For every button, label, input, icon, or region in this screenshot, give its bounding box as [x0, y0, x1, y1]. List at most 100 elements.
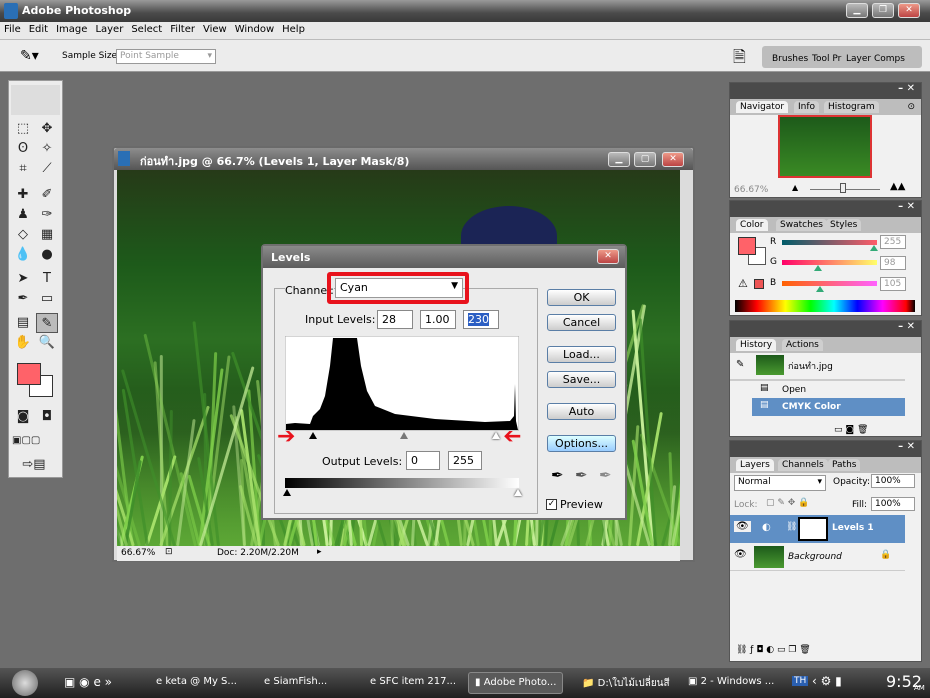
r-slider-thumb[interactable]	[870, 245, 878, 251]
menu-image[interactable]: Image	[52, 22, 91, 37]
input-white-slider[interactable]	[492, 432, 500, 439]
r-value[interactable]: 255	[880, 235, 906, 249]
tab-styles[interactable]: Styles	[826, 219, 862, 231]
menu-edit[interactable]: Edit	[25, 22, 52, 37]
visibility-eye-icon[interactable]: 👁	[734, 549, 747, 560]
start-button[interactable]	[12, 670, 38, 696]
doc-maximize-button[interactable]: ▢	[634, 152, 656, 167]
status-menu-icon[interactable]: ⊡	[165, 547, 173, 557]
tab-swatches[interactable]: Swatches	[776, 219, 827, 231]
standard-mode-icon[interactable]: ◙	[12, 407, 34, 427]
input-black-field[interactable]: 28	[377, 310, 413, 329]
menu-layer[interactable]: Layer	[91, 22, 127, 37]
palette-tab-layer-comps[interactable]: Layer Comps	[846, 54, 905, 64]
notes-tool-icon[interactable]: ▤	[12, 313, 34, 333]
visibility-eye-icon[interactable]: 👁	[734, 521, 751, 532]
tab-histogram[interactable]: Histogram	[824, 101, 879, 113]
color-foreground-swatch[interactable]	[738, 237, 756, 255]
gamut-warning-icon[interactable]: ⚠	[738, 277, 748, 290]
load-button[interactable]: Load...	[547, 346, 616, 363]
save-button[interactable]: Save...	[547, 371, 616, 388]
g-slider[interactable]	[782, 260, 877, 265]
opacity-field[interactable]: 100%	[871, 474, 915, 488]
output-black-slider[interactable]	[283, 489, 291, 496]
levels-close-button[interactable]: ✕	[597, 249, 619, 264]
gray-eyedropper-icon[interactable]: ✒	[575, 466, 588, 484]
eyedropper-tool-icon[interactable]: ✎▾	[20, 48, 39, 64]
tab-actions[interactable]: Actions	[782, 339, 823, 351]
layers-footer-icons[interactable]: ⛓ ƒ ◘ ◐ ▭ ❐ 🗑	[736, 645, 811, 655]
fill-field[interactable]: 100%	[871, 497, 915, 511]
options-button[interactable]: Options...	[547, 435, 616, 452]
zoom-out-icon[interactable]: ▲	[792, 183, 798, 192]
gamut-color-swatch[interactable]	[754, 279, 764, 289]
channel-select[interactable]: Cyan ▼	[335, 278, 463, 298]
sample-size-select[interactable]: Point Sample ▾	[116, 49, 216, 64]
language-indicator[interactable]: TH	[792, 676, 809, 686]
lock-icons[interactable]: ▢ ✎ ✥ 🔒	[766, 498, 809, 508]
output-white-field[interactable]: 255	[448, 451, 482, 470]
menu-help[interactable]: Help	[278, 22, 309, 37]
jump-to-imageready-icon[interactable]: ⇨▤	[12, 455, 56, 475]
layer-mask-thumbnail[interactable]	[798, 517, 828, 541]
history-brush-source-icon[interactable]: ✎	[736, 359, 744, 370]
panel-menu-icon[interactable]: ⊙	[903, 101, 919, 113]
tab-navigator[interactable]: Navigator	[736, 101, 789, 113]
doc-zoom-value[interactable]: 66.67%	[121, 548, 155, 558]
magic-wand-icon[interactable]: ✧	[36, 139, 58, 159]
white-eyedropper-icon[interactable]: ✒	[599, 466, 612, 484]
preview-checkbox[interactable]: ✓	[546, 499, 557, 510]
output-white-slider[interactable]	[514, 489, 522, 496]
output-black-field[interactable]: 0	[406, 451, 440, 470]
input-gamma-field[interactable]: 1.00	[420, 310, 456, 329]
menu-view[interactable]: View	[199, 22, 231, 37]
menu-select[interactable]: Select	[127, 22, 166, 37]
zoom-in-icon[interactable]: ▲▲	[890, 181, 905, 192]
layer-name[interactable]: Levels 1	[832, 523, 874, 533]
stamp-tool-icon[interactable]: ♟	[12, 205, 34, 225]
link-icon[interactable]: ⛓	[786, 522, 797, 532]
history-brush-icon[interactable]: ✑	[36, 205, 58, 225]
healing-brush-icon[interactable]: ✚	[12, 185, 34, 205]
type-tool-icon[interactable]: T	[36, 269, 58, 289]
snapshot-name[interactable]: ก่อนทำ.jpg	[788, 359, 833, 373]
taskbar-item[interactable]: 📁 D:\ใบไม้เปลี่ยนสี	[576, 672, 676, 694]
tab-info[interactable]: Info	[794, 101, 820, 113]
navigator-zoom[interactable]: 66.67%	[734, 185, 768, 195]
b-value[interactable]: 105	[880, 277, 906, 291]
blur-tool-icon[interactable]: 💧	[12, 245, 34, 265]
quick-mask-icon[interactable]: ◘	[36, 407, 58, 427]
eraser-tool-icon[interactable]: ◇	[12, 225, 34, 245]
layer-name[interactable]: Background	[788, 552, 842, 562]
input-white-field[interactable]: 230	[463, 310, 499, 329]
minimize-button[interactable]: ▁	[846, 3, 868, 18]
doc-close-button[interactable]: ✕	[662, 152, 684, 167]
file-browser-icon[interactable]: 🗎	[733, 46, 746, 73]
blend-mode-select[interactable]: Normal ▾	[734, 475, 826, 491]
tab-channels[interactable]: Channels	[778, 459, 828, 471]
pen-tool-icon[interactable]: ✒	[12, 289, 34, 309]
dodge-tool-icon[interactable]: ●	[36, 245, 58, 265]
tray-icons[interactable]: ‹ ⚙ ▮	[812, 674, 842, 688]
taskbar-item[interactable]: e SiamFish...	[258, 672, 333, 694]
menu-filter[interactable]: Filter	[166, 22, 199, 37]
zoom-slider-thumb[interactable]	[840, 183, 846, 193]
taskbar-item[interactable]: ▣ 2 - Windows ...	[682, 672, 780, 694]
marquee-tool-icon[interactable]: ⬚	[12, 119, 34, 139]
history-item-cmyk-color[interactable]: CMYK Color	[782, 402, 841, 412]
input-gamma-slider[interactable]	[400, 432, 408, 439]
menu-file[interactable]: File	[0, 22, 25, 37]
tab-layers[interactable]: Layers	[736, 459, 774, 471]
close-button[interactable]: ✕	[898, 3, 920, 18]
zoom-tool-icon[interactable]: 🔍	[36, 333, 58, 353]
r-slider[interactable]	[782, 240, 877, 245]
history-item-open[interactable]: Open	[782, 385, 806, 395]
taskbar-item-active[interactable]: ▮ Adobe Photo...	[468, 672, 564, 694]
eyedropper-tool-selected-icon[interactable]: ✎	[36, 313, 58, 333]
slice-tool-icon[interactable]: ⟋	[36, 159, 58, 179]
gradient-tool-icon[interactable]: ▦	[36, 225, 58, 245]
restore-button[interactable]: ❐	[872, 3, 894, 18]
lasso-tool-icon[interactable]: ʘ	[12, 139, 34, 159]
taskbar-item[interactable]: e keta @ My S...	[150, 672, 243, 694]
move-tool-icon[interactable]: ✥	[36, 119, 58, 139]
